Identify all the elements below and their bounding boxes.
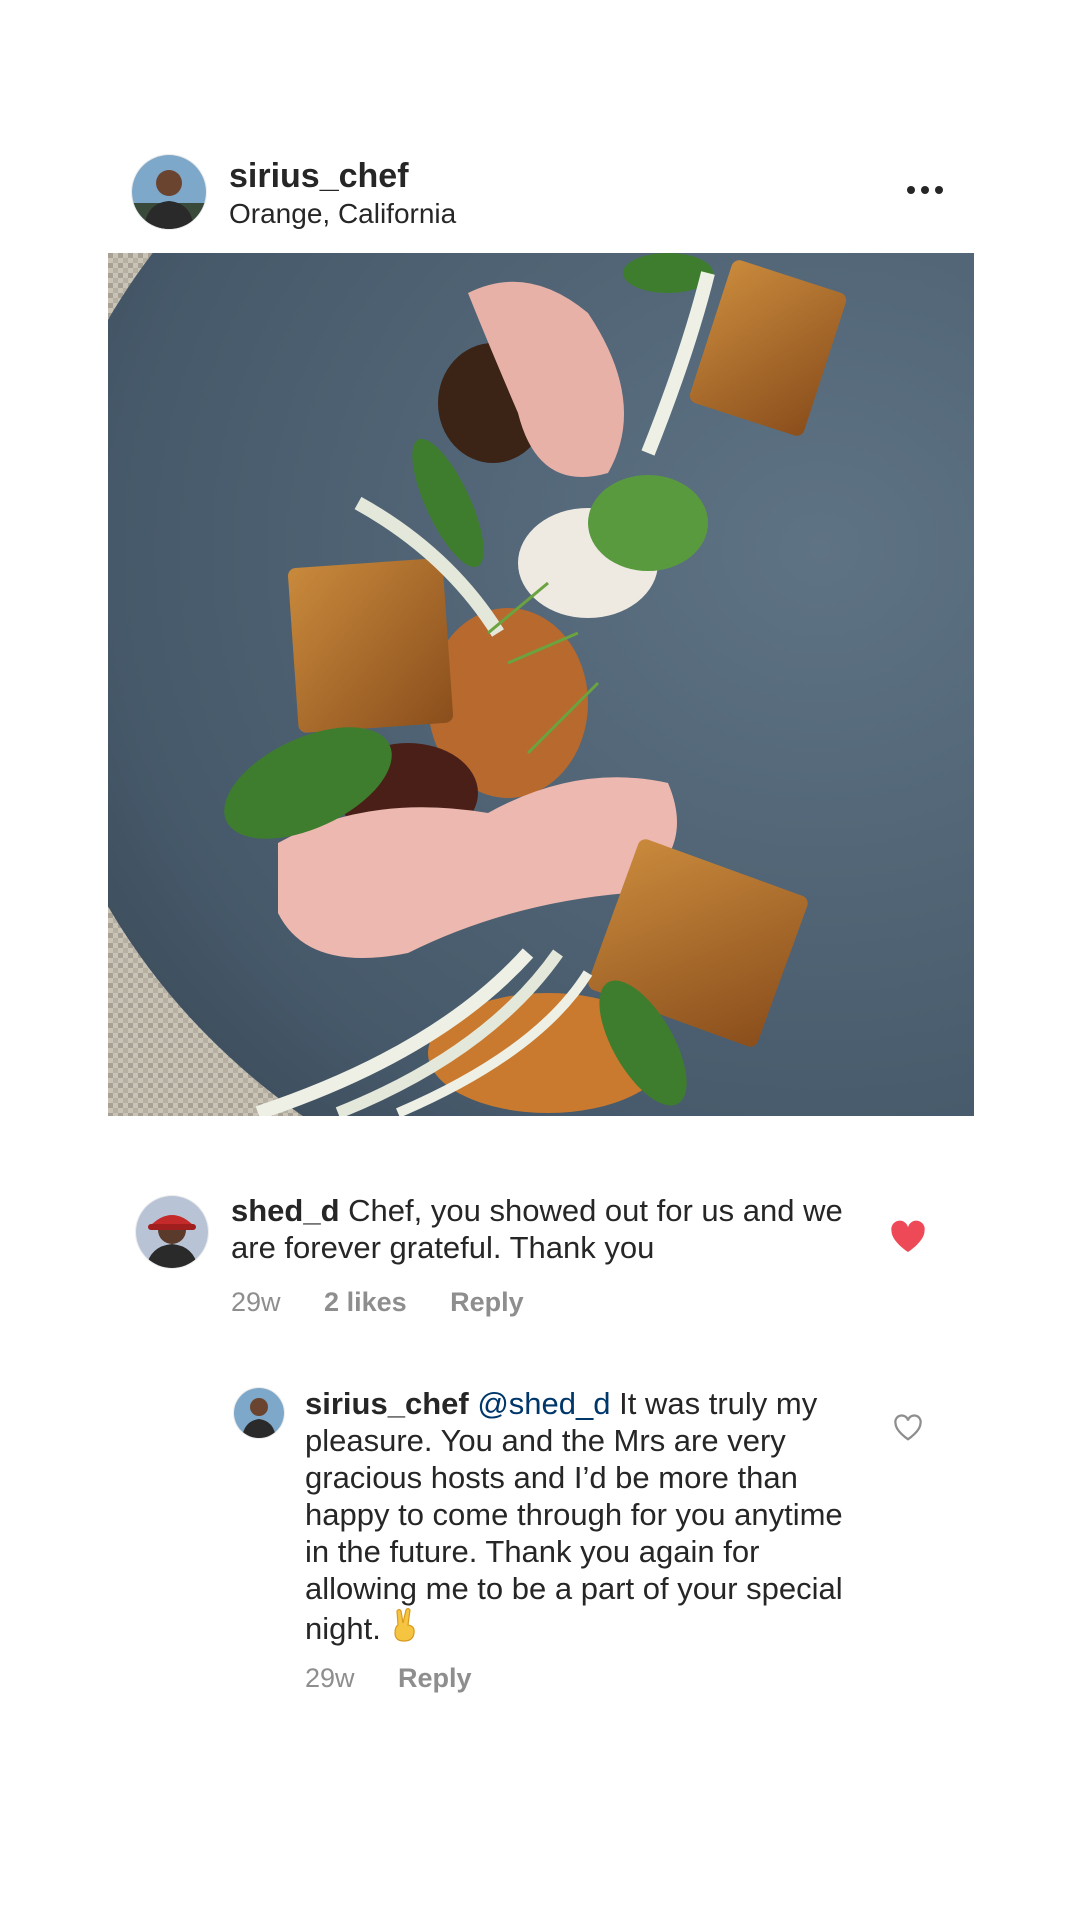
comment-likes-link[interactable]: 2 likes xyxy=(324,1286,407,1318)
reply-time: 29w xyxy=(305,1663,355,1693)
reply-meta: 29w Reply xyxy=(305,1662,508,1694)
post-author-avatar[interactable] xyxy=(132,155,206,229)
post-author-username[interactable]: sirius_chef xyxy=(229,156,409,196)
comment-username[interactable]: shed_d xyxy=(231,1193,340,1228)
commenter-avatar[interactable] xyxy=(136,1196,208,1268)
reply-username[interactable]: sirius_chef xyxy=(305,1386,469,1421)
reply-button[interactable]: Reply xyxy=(398,1662,472,1694)
reply-button[interactable]: Reply xyxy=(450,1286,524,1318)
comment-meta: 29w 2 likes Reply xyxy=(231,1286,560,1318)
reply-body: It was truly my pleasure. You and the Mr… xyxy=(305,1386,843,1646)
mention-link[interactable]: @shed_d xyxy=(477,1386,610,1421)
comment-time: 29w xyxy=(231,1287,281,1317)
comment-text: shed_d Chef, you showed out for us and w… xyxy=(231,1192,871,1266)
reply-text: sirius_chef @shed_d It was truly my plea… xyxy=(305,1385,865,1651)
post-location[interactable]: Orange, California xyxy=(229,197,456,231)
post-photo[interactable] xyxy=(108,253,974,1116)
more-options-icon[interactable] xyxy=(900,170,950,210)
victory-hand-icon xyxy=(389,1607,419,1651)
heart-outline-icon[interactable] xyxy=(893,1414,923,1442)
heart-filled-icon[interactable] xyxy=(890,1220,926,1254)
reply-author-avatar[interactable] xyxy=(234,1388,284,1438)
